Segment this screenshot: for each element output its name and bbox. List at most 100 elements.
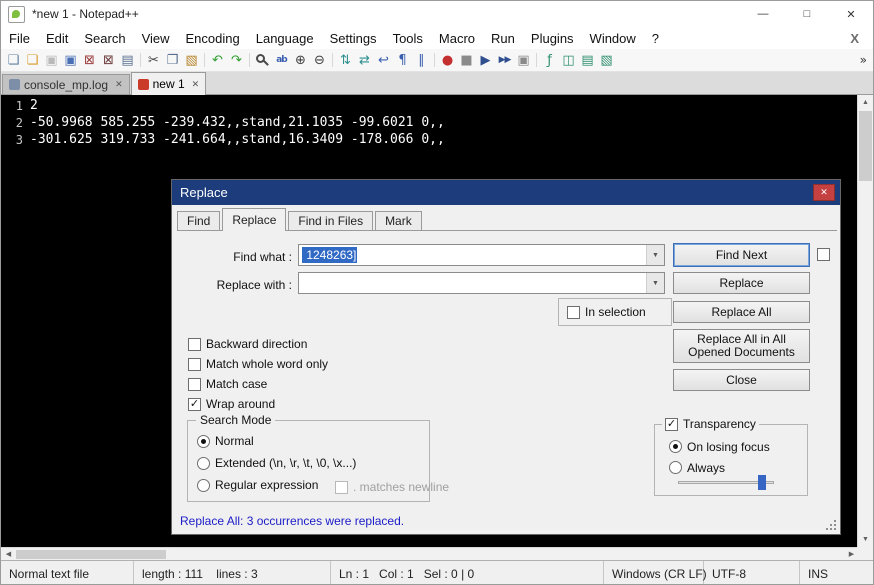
horizontal-scrollbar[interactable]: ◀ ▶ (1, 547, 859, 560)
transparency-option[interactable]: Transparency (662, 417, 759, 431)
sync-horizontal-scroll-icon[interactable]: ⇄ (355, 51, 374, 70)
titlebar[interactable]: *new 1 - Notepad++ — □ ✕ (1, 1, 873, 27)
toolbar: ❏ ❏ ▣ ▣ ⊠ ⊠ ▤ ✂ ❐ ▧ (1, 49, 873, 72)
replace-with-combobox[interactable]: ▼ (298, 272, 665, 294)
scroll-down-icon[interactable]: ▼ (858, 532, 873, 547)
two-button-mode-checkbox[interactable] (817, 248, 830, 261)
resize-grip[interactable] (826, 520, 837, 531)
checkbox-box (188, 378, 201, 391)
show-all-characters-icon[interactable]: ¶ (393, 51, 412, 70)
replace-with-label: Replace with : (178, 278, 292, 292)
option-checkbox[interactable]: Match case (188, 374, 328, 394)
search-mode-title: Search Mode (196, 413, 275, 427)
show-indent-guide-icon[interactable]: ∥ (412, 51, 431, 70)
search-mode-radio[interactable]: Regular expression (197, 474, 356, 496)
dialog-tab[interactable]: Find in Files (288, 211, 373, 230)
find-icon[interactable] (253, 51, 272, 70)
scroll-up-icon[interactable]: ▲ (858, 95, 873, 110)
menu-item[interactable]: Tools (385, 29, 431, 48)
cut-icon[interactable]: ✂ (144, 51, 163, 70)
dialog-tab[interactable]: Replace (222, 208, 286, 231)
checkbox-label: Wrap around (206, 397, 275, 411)
tab-close-icon[interactable]: ✕ (192, 79, 200, 90)
option-checkbox[interactable]: Match whole word only (188, 354, 328, 374)
transparency-checkbox (665, 418, 678, 431)
vertical-scrollbar[interactable]: ▲ ▼ (857, 95, 873, 547)
menu-item[interactable]: Language (248, 29, 322, 48)
transparency-slider-thumb[interactable] (758, 475, 766, 490)
replace-all-opened-docs-button[interactable]: Replace All in All Opened Documents (673, 329, 810, 363)
menu-item[interactable]: Plugins (523, 29, 582, 48)
find-what-selected-text: 1248263] (302, 247, 357, 263)
undo-icon[interactable]: ↶ (208, 51, 227, 70)
dialog-tab[interactable]: Mark (375, 211, 422, 230)
menu-item[interactable]: Encoding (178, 29, 248, 48)
menu-item[interactable]: Edit (38, 29, 76, 48)
save-all-icon[interactable]: ▣ (61, 51, 80, 70)
menu-item[interactable]: Window (582, 29, 644, 48)
replace-with-field[interactable] (299, 273, 646, 293)
menu-close-x[interactable]: X (836, 31, 873, 46)
dialog-titlebar[interactable]: Replace (172, 180, 840, 205)
stop-record-icon[interactable]: ■ (457, 51, 476, 70)
document-list-icon[interactable]: ▤ (578, 51, 597, 70)
playback-macro-icon[interactable]: ▶ (476, 51, 495, 70)
close-doc-icon[interactable]: ⊠ (80, 51, 99, 70)
menu-item[interactable]: Settings (322, 29, 385, 48)
paste-icon[interactable]: ▧ (182, 51, 201, 70)
in-selection-checkbox[interactable] (567, 306, 580, 319)
zoom-out-icon[interactable]: ⊖ (310, 51, 329, 70)
scroll-left-icon[interactable]: ◀ (1, 548, 16, 560)
print-icon[interactable]: ▤ (118, 51, 137, 70)
new-file-icon[interactable]: ❏ (4, 51, 23, 70)
search-mode-radio[interactable]: Normal (197, 430, 356, 452)
menu-item[interactable]: File (1, 29, 38, 48)
maximize-button[interactable]: □ (785, 1, 829, 27)
toolbar-overflow-chevron[interactable]: » (860, 53, 867, 67)
replace-button[interactable]: Replace (673, 272, 810, 294)
dialog-tab[interactable]: Find (177, 211, 220, 230)
function-list-icon[interactable]: ƒ (540, 51, 559, 70)
menu-item[interactable]: Macro (431, 29, 483, 48)
close-dialog-button[interactable]: Close (673, 369, 810, 391)
document-tab[interactable]: console_mp.log ✕ (2, 74, 130, 94)
record-macro-icon[interactable]: ● (438, 51, 457, 70)
document-tab[interactable]: new 1 ✕ (131, 72, 207, 95)
open-file-icon[interactable]: ❏ (23, 51, 42, 70)
menu-item[interactable]: ? (644, 29, 667, 48)
replace-icon[interactable]: ab (272, 51, 291, 70)
redo-icon[interactable]: ↷ (227, 51, 246, 70)
close-button[interactable]: ✕ (829, 1, 873, 27)
document-map-icon[interactable]: ◫ (559, 51, 578, 70)
save-macro-icon[interactable]: ▣ (514, 51, 533, 70)
find-what-combobox[interactable]: 1248263] ▼ (298, 244, 665, 266)
matches-newline-checkbox[interactable] (335, 481, 348, 494)
save-icon[interactable]: ▣ (42, 51, 61, 70)
horizontal-scroll-thumb[interactable] (16, 550, 166, 559)
copy-icon[interactable]: ❐ (163, 51, 182, 70)
tab-close-icon[interactable]: ✕ (115, 79, 123, 90)
zoom-in-icon[interactable]: ⊕ (291, 51, 310, 70)
close-all-docs-icon[interactable]: ⊠ (99, 51, 118, 70)
combo-dropdown-arrow[interactable]: ▼ (646, 273, 664, 293)
vertical-scroll-thumb[interactable] (859, 111, 872, 181)
menu-item[interactable]: Search (76, 29, 133, 48)
transparency-slider[interactable] (678, 475, 774, 490)
minimize-button[interactable]: — (741, 1, 785, 27)
find-next-button[interactable]: Find Next (673, 243, 810, 267)
find-what-field[interactable]: 1248263] (299, 245, 646, 265)
option-checkbox[interactable]: Wrap around (188, 394, 328, 414)
menu-item[interactable]: Run (483, 29, 523, 48)
folder-as-workspace-icon[interactable]: ▧ (597, 51, 616, 70)
combo-dropdown-arrow[interactable]: ▼ (646, 245, 664, 265)
transparency-radio[interactable]: On losing focus (669, 436, 770, 457)
word-wrap-icon[interactable]: ↩ (374, 51, 393, 70)
search-mode-radio[interactable]: Extended (\n, \r, \t, \0, \x...) (197, 452, 356, 474)
menu-item[interactable]: View (134, 29, 178, 48)
run-macro-multiple-times-icon[interactable]: ▶▶ (495, 51, 514, 70)
sync-vertical-scroll-icon[interactable]: ⇅ (336, 51, 355, 70)
dialog-close-button[interactable]: ✕ (813, 184, 835, 201)
option-checkbox[interactable]: Backward direction (188, 334, 328, 354)
replace-all-button[interactable]: Replace All (673, 301, 810, 323)
line-number: 1 (1, 99, 30, 113)
